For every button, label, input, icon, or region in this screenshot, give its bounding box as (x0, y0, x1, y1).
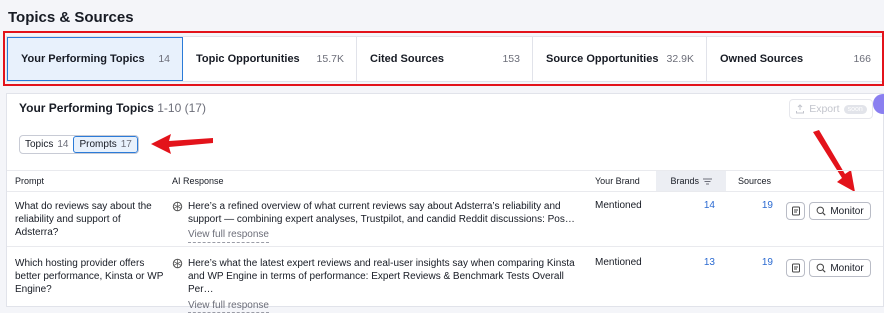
brand-status: Mentioned (595, 200, 642, 211)
toggle-topics[interactable]: Topics 14 (20, 136, 73, 153)
ai-response-text: Here’s what the latest expert reviews an… (188, 258, 575, 296)
toggle-prompts[interactable]: Prompts 17 (73, 136, 138, 153)
tab-label: Your Performing Topics (21, 53, 145, 65)
ai-response-cell: Here’s a refined overview of what curren… (172, 200, 582, 243)
tab-topic-opportunities[interactable]: Topic Opportunities 15.7K (183, 37, 357, 81)
panel-title-text: Your Performing Topics (19, 101, 154, 115)
header-brands[interactable]: Brands (656, 171, 726, 191)
tab-count: 32.9K (666, 53, 694, 65)
header-ai-response[interactable]: AI Response (172, 171, 224, 191)
tab-count: 153 (502, 53, 520, 65)
document-icon (791, 206, 800, 216)
export-icon (796, 104, 805, 114)
document-icon (791, 263, 800, 273)
annotation-arrow-left (151, 134, 213, 154)
view-full-response-link[interactable]: View full response (188, 299, 269, 313)
sources-count[interactable]: 19 (743, 200, 773, 211)
tab-your-performing-topics[interactable]: Your Performing Topics 14 (7, 37, 183, 81)
toggle-label: Prompts (79, 139, 117, 150)
view-document-button[interactable] (786, 202, 805, 220)
prompt-text: What do reviews say about the reliabilit… (15, 201, 152, 239)
tab-label: Topic Opportunities (196, 53, 300, 65)
tab-label: Source Opportunities (546, 53, 659, 65)
monitor-button[interactable]: Monitor (809, 259, 871, 277)
brand-status: Mentioned (595, 257, 642, 268)
tab-count: 166 (853, 53, 871, 65)
view-document-button[interactable] (786, 259, 805, 277)
monitor-button[interactable]: Monitor (809, 202, 871, 220)
tab-label: Cited Sources (370, 53, 444, 65)
view-full-response-link[interactable]: View full response (188, 228, 269, 243)
toggle-count: 17 (120, 139, 132, 150)
tab-label: Owned Sources (720, 53, 804, 65)
tab-source-opportunities[interactable]: Source Opportunities 32.9K (533, 37, 707, 81)
tab-count: 15.7K (316, 53, 344, 65)
header-brands-label: Brands (670, 176, 699, 186)
tab-cited-sources[interactable]: Cited Sources 153 (357, 37, 533, 81)
ai-response-text: Here’s a refined overview of what curren… (188, 201, 575, 226)
tab-count: 14 (158, 53, 170, 65)
toggle-count: 14 (57, 139, 69, 150)
brands-count[interactable]: 13 (685, 257, 715, 268)
monitor-label: Monitor (830, 205, 864, 217)
header-sources[interactable]: Sources (738, 171, 771, 191)
table-row[interactable]: What do reviews say about the reliabilit… (7, 192, 883, 247)
monitor-label: Monitor (830, 262, 864, 274)
panel-title: Your Performing Topics 1-10 (17) (19, 101, 206, 115)
ai-response-cell: Here’s what the latest expert reviews an… (172, 257, 582, 313)
monitor-search-icon (816, 206, 826, 216)
topics-sources-tabs: Your Performing Topics 14 Topic Opportun… (6, 36, 884, 82)
soon-badge: soon (843, 104, 867, 114)
page-title: Topics & Sources (8, 9, 134, 26)
performing-topics-panel: Your Performing Topics 1-10 (17) Export … (6, 93, 884, 313)
results-range: 1-10 (17) (157, 101, 206, 115)
export-label: Export (809, 103, 840, 115)
table-header: Prompt AI Response Your Brand Brands Sou… (7, 170, 883, 192)
brands-count[interactable]: 14 (685, 200, 715, 211)
prompt-text: Which hosting provider offers better per… (15, 258, 164, 296)
sources-count[interactable]: 19 (743, 257, 773, 268)
export-button[interactable]: Export soon (789, 99, 873, 119)
toggle-label: Topics (25, 139, 54, 150)
ai-model-icon (172, 258, 183, 269)
sort-icon (703, 178, 712, 184)
ai-model-icon (172, 201, 183, 212)
header-prompt[interactable]: Prompt (15, 171, 44, 191)
header-your-brand[interactable]: Your Brand (595, 171, 640, 191)
table-row[interactable]: Which hosting provider offers better per… (7, 247, 883, 313)
view-toggle: Topics 14 Prompts 17 (19, 135, 139, 154)
monitor-search-icon (816, 263, 826, 273)
assistant-bubble-icon[interactable] (873, 94, 884, 114)
tab-owned-sources[interactable]: Owned Sources 166 (707, 37, 883, 81)
